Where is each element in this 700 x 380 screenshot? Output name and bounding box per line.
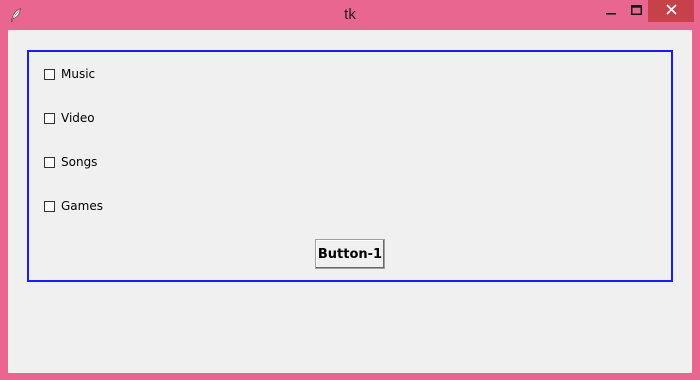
checkbox-songs[interactable]: Songs	[44, 154, 97, 170]
checkbox-box[interactable]	[44, 200, 55, 212]
minimize-button[interactable]	[598, 0, 624, 22]
maximize-button[interactable]	[624, 0, 648, 22]
checkbox-label: Video	[61, 111, 95, 125]
window-client-area: Music Video Songs Games Button-1	[8, 30, 692, 373]
window-title: tk	[344, 6, 356, 23]
checkbox-box[interactable]	[44, 156, 55, 168]
checkbox-label: Games	[61, 199, 103, 213]
checkbox-label: Songs	[61, 155, 98, 169]
checkbox-music[interactable]: Music	[44, 66, 95, 82]
options-frame: Music Video Songs Games Button-1	[27, 50, 673, 282]
checkbox-label: Music	[61, 67, 96, 81]
close-icon	[665, 2, 677, 20]
maximize-icon	[630, 2, 642, 20]
minimize-icon	[606, 2, 616, 20]
close-button[interactable]	[648, 0, 694, 22]
checkbox-games[interactable]: Games	[44, 198, 103, 214]
button-1[interactable]: Button-1	[315, 239, 385, 269]
checkbox-box[interactable]	[44, 112, 55, 124]
checkbox-video[interactable]: Video	[44, 110, 95, 126]
checkbox-box[interactable]	[44, 68, 55, 80]
title-bar[interactable]: tk	[0, 0, 700, 30]
app-window: tk Music Video Songs Games Button-1	[0, 0, 700, 380]
